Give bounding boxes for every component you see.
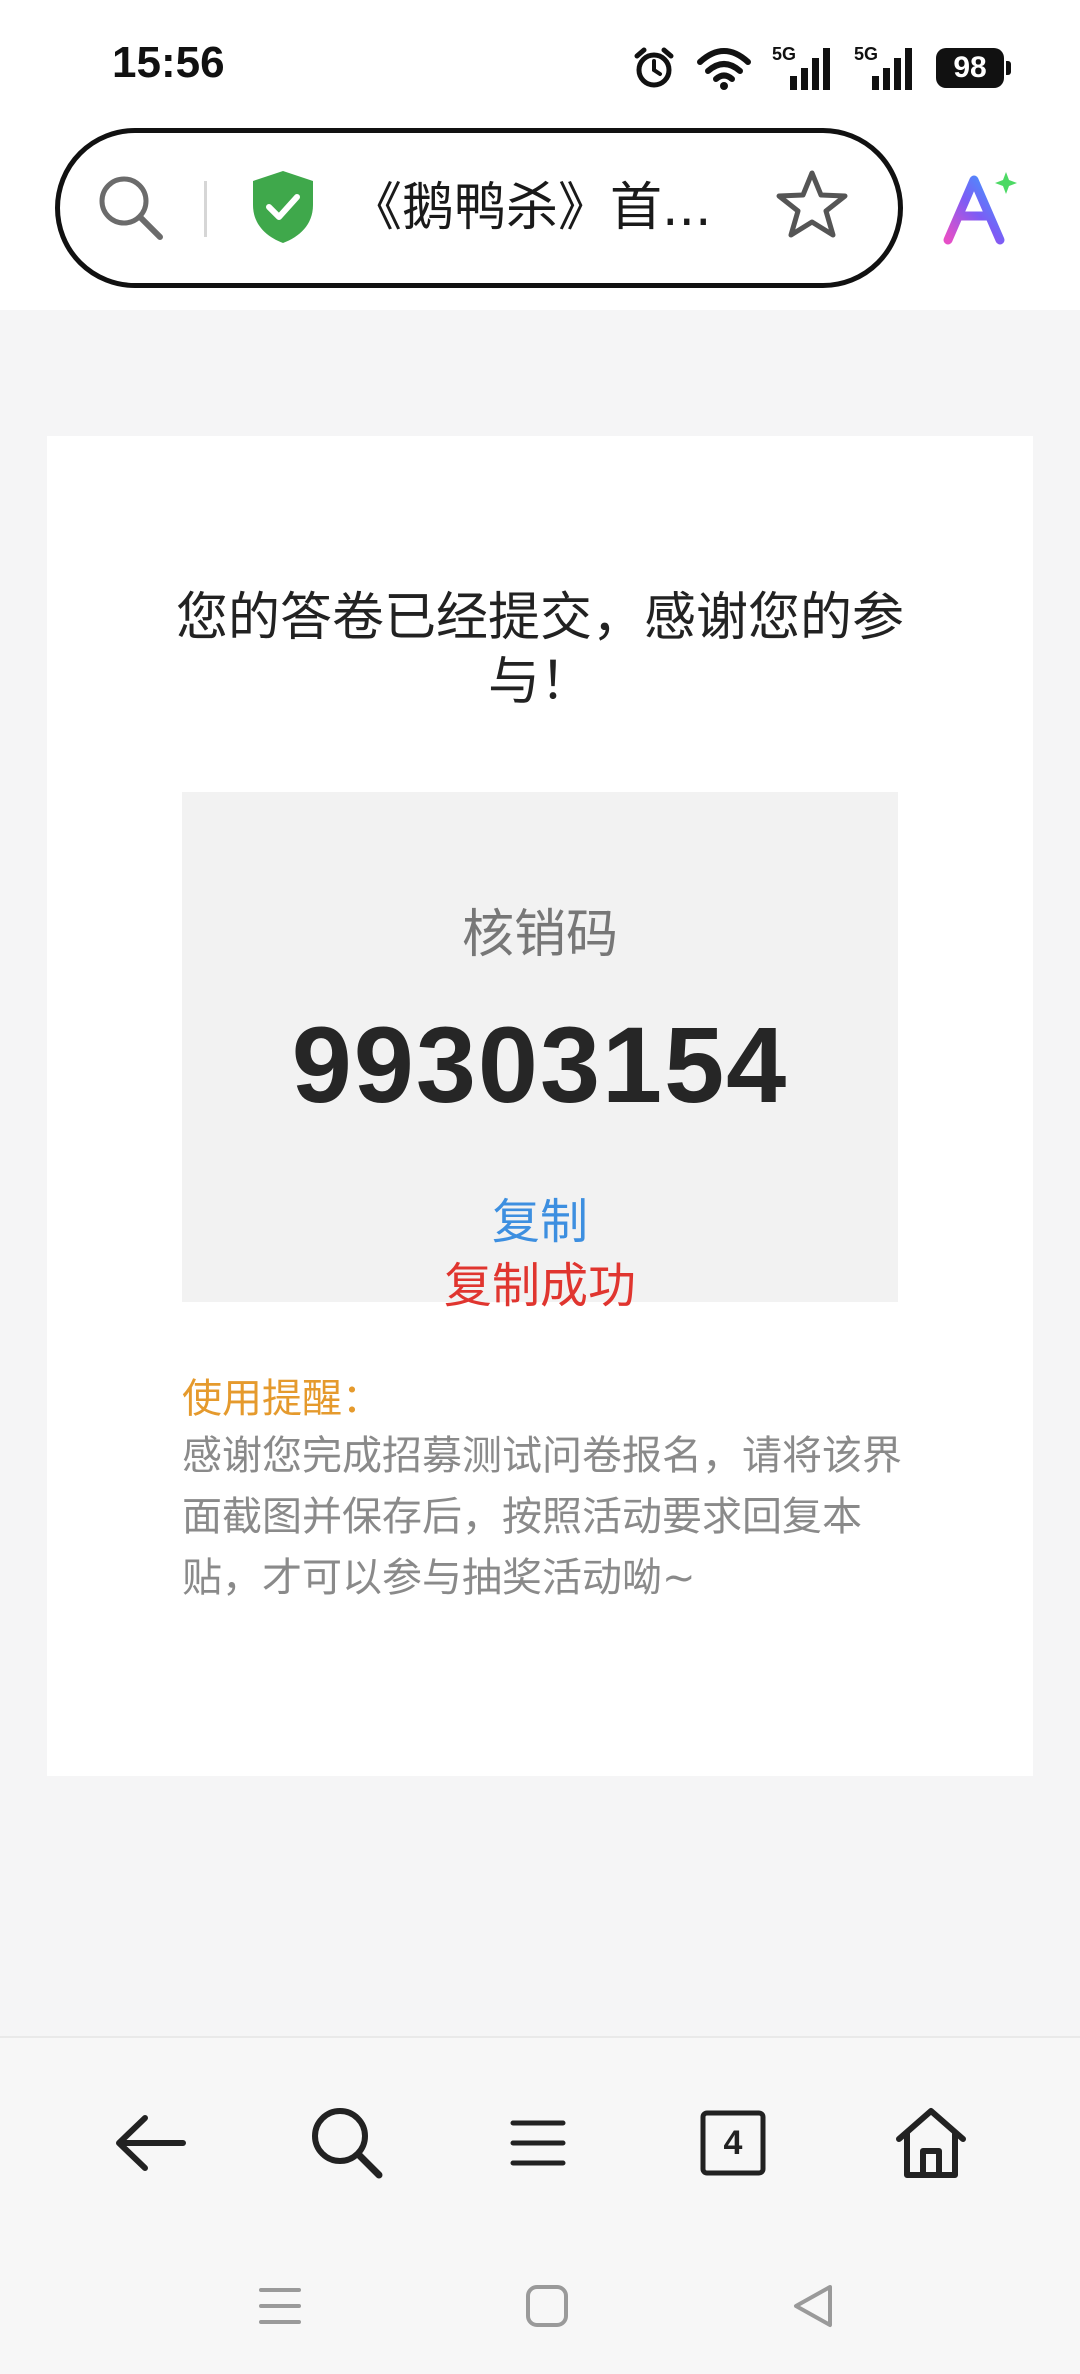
back-arrow-icon[interactable] xyxy=(106,2098,196,2188)
result-card: 您的答卷已经提交，感谢您的参与！ 核销码 99303154 复制 复制成功 使用… xyxy=(47,436,1033,1776)
toolbar-search-icon[interactable] xyxy=(302,2098,392,2188)
submission-heading: 您的答卷已经提交，感谢您的参与！ xyxy=(175,588,904,712)
browser-toolbar: 4 xyxy=(0,2036,1080,2236)
alarm-icon xyxy=(632,46,676,90)
tabs-icon[interactable]: 4 xyxy=(688,2098,778,2188)
signal-5g-icon: 5G xyxy=(772,44,834,92)
ai-assistant-icon[interactable] xyxy=(940,168,1020,252)
copy-button[interactable]: 复制 xyxy=(440,1182,640,1252)
tabs-count: 4 xyxy=(723,2123,743,2162)
wifi-icon xyxy=(696,46,752,90)
status-icons: 5G 5G 98 xyxy=(632,40,1011,96)
redemption-code-box: 核销码 99303154 复制 复制成功 xyxy=(182,792,898,1314)
code-label: 核销码 xyxy=(461,905,618,965)
divider xyxy=(204,181,207,237)
redemption-code: 99303154 xyxy=(291,1004,789,1125)
status-time: 15:56 xyxy=(112,38,225,87)
recent-apps-icon[interactable] xyxy=(245,2276,315,2336)
home-square-icon[interactable] xyxy=(512,2276,582,2336)
network-label-2: 5G xyxy=(854,44,878,64)
page-title[interactable]: 《鹅鸭杀》首... xyxy=(350,173,790,243)
battery-level: 98 xyxy=(953,51,987,84)
back-triangle-icon[interactable] xyxy=(778,2276,848,2336)
browser-header: 《鹅鸭杀》首... xyxy=(0,100,1080,310)
address-bar[interactable]: 《鹅鸭杀》首... xyxy=(55,128,903,288)
signal-5g-icon-2: 5G xyxy=(854,44,916,92)
shield-check-icon[interactable] xyxy=(250,169,316,249)
copy-success-message: 复制成功 xyxy=(443,1258,636,1314)
search-icon[interactable] xyxy=(94,171,168,249)
battery-indicator: 98 xyxy=(936,48,1011,88)
usage-tip-body: 感谢您完成招募测试问卷报名，请将该界面截图并保存后，按照活动要求回复本贴，才可以… xyxy=(182,1433,902,1601)
usage-tip-title: 使用提醒： xyxy=(182,1376,382,1422)
home-icon[interactable] xyxy=(886,2098,976,2188)
menu-icon[interactable] xyxy=(493,2098,583,2188)
system-navigation xyxy=(0,2236,1080,2374)
network-label-1: 5G xyxy=(772,44,796,64)
star-icon[interactable] xyxy=(774,167,850,247)
